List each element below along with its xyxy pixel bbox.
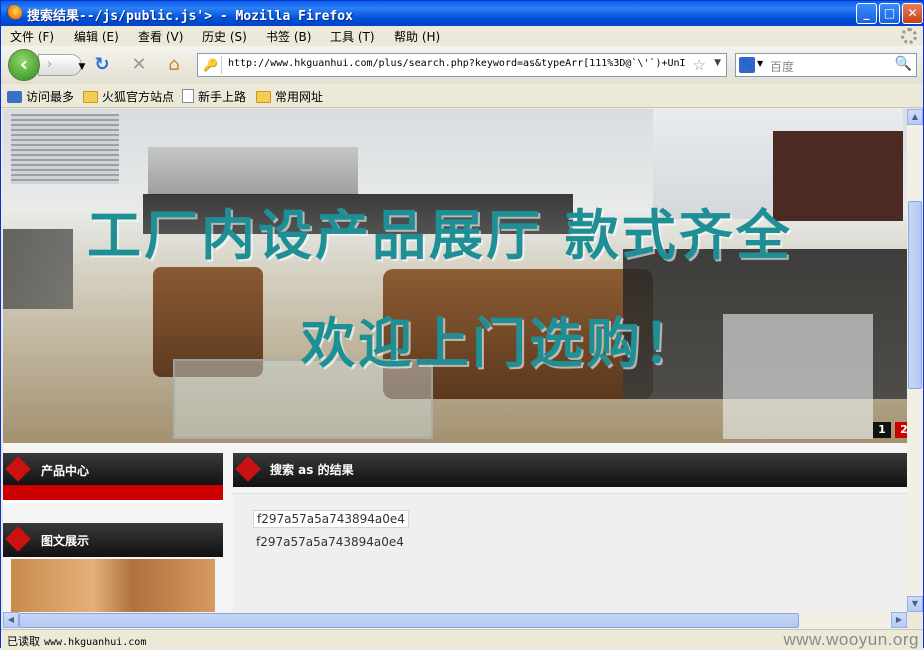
back-button[interactable]: ‹ — [8, 49, 40, 81]
firefox-logo-icon — [6, 5, 22, 21]
menu-view[interactable]: 查看 (V) — [138, 28, 183, 45]
url-dropdown-icon[interactable]: ▼ — [714, 58, 721, 68]
reload-button[interactable]: ↻ — [91, 54, 113, 76]
product-center-panel-header: 产品中心 — [3, 453, 223, 487]
search-results-header: 搜索 as 的结果 — [233, 453, 907, 487]
chairs-left-graphic — [3, 229, 73, 309]
banner-subheadline: 欢迎上门选购！ — [301, 312, 700, 375]
horizontal-scrollbar[interactable]: ◀ ▶ — [3, 612, 907, 629]
menu-help[interactable]: 帮助 (H) — [394, 28, 440, 45]
horizontal-scroll-thumb[interactable] — [19, 613, 799, 628]
maximize-button[interactable]: □ — [879, 3, 900, 24]
shelving-graphic — [148, 147, 358, 195]
search-magnifier-icon[interactable]: 🔍 — [895, 56, 912, 72]
history-dropdown-icon[interactable]: ▼ — [71, 56, 93, 78]
result-line: f297a57a5a743894a0e4 — [256, 535, 404, 549]
scroll-left-arrow-icon[interactable]: ◀ — [3, 612, 19, 628]
title-bar[interactable]: 搜索结果--/js/public.js'> - Mozilla Firefox … — [1, 1, 923, 26]
status-bar: 已读取 www.hkguanhui.com www.wooyun.org — [1, 629, 923, 649]
panel-diamond-icon — [5, 526, 31, 552]
slide-button-1[interactable]: 1 — [873, 422, 891, 438]
menu-tools[interactable]: 工具 (T) — [330, 28, 375, 45]
menu-file[interactable]: 文件 (F) — [10, 28, 54, 45]
product-center-title[interactable]: 产品中心 — [41, 462, 89, 479]
bookmark-star-icon[interactable]: ☆ — [693, 56, 706, 74]
status-url: www.hkguanhui.com — [44, 637, 147, 648]
page-icon — [182, 89, 194, 103]
search-results-body: f297a57a5a743894a0e4 f297a57a5a743894a0e… — [233, 493, 907, 612]
bookmark-getting-started[interactable]: 新手上路 — [182, 88, 246, 105]
folder-icon — [83, 91, 98, 103]
result-line: f297a57a5a743894a0e4 — [253, 510, 409, 528]
gallery-thumbnail[interactable] — [11, 559, 215, 612]
panel-diamond-icon — [5, 456, 31, 482]
stop-button[interactable]: ✕ — [128, 54, 150, 76]
menu-edit[interactable]: 编辑 (E) — [74, 28, 119, 45]
vertical-scroll-thumb[interactable] — [908, 201, 922, 389]
throbber-icon — [901, 28, 917, 44]
status-text: 已读取 www.hkguanhui.com — [7, 635, 147, 648]
gallery-title[interactable]: 图文展示 — [41, 532, 89, 549]
browser-window: 搜索结果--/js/public.js'> - Mozilla Firefox … — [0, 0, 924, 649]
scroll-right-arrow-icon[interactable]: ▶ — [891, 612, 907, 628]
navigation-toolbar: › ‹ ▼ ↻ ✕ ⌂ 🔑 http://www.hkguanhui.com/p… — [1, 46, 923, 84]
gallery-panel-header: 图文展示 — [3, 523, 223, 557]
showroom-banner: 工厂内设产品展厅 款式齐全 欢迎上门选购！ 1 2 — [3, 109, 907, 443]
menu-history[interactable]: 历史 (S) — [202, 28, 247, 45]
menu-bar: 文件 (F) 编辑 (E) 查看 (V) 历史 (S) 书签 (B) 工具 (T… — [1, 26, 923, 46]
search-results-title: 搜索 as 的结果 — [270, 463, 354, 477]
engine-dropdown-icon[interactable]: ▼ — [757, 59, 763, 68]
site-identity-icon[interactable]: 🔑 — [200, 56, 222, 74]
baidu-engine-icon[interactable]: 🐾 — [739, 57, 755, 73]
bookmark-common-urls[interactable]: 常用网址 — [256, 88, 323, 105]
banner-headline: 工厂内设产品展厅 款式齐全 — [87, 204, 793, 267]
bookmark-firefox-site[interactable]: 火狐官方站点 — [83, 88, 174, 105]
bookmark-most-visited[interactable]: 访问最多 — [7, 88, 74, 105]
most-visited-icon — [7, 91, 22, 103]
page-content: 工厂内设产品展厅 款式齐全 欢迎上门选购！ 1 2 产品中心 图文展示 搜索 a… — [3, 109, 907, 612]
bookmarks-toolbar: 访问最多 火狐官方站点 新手上路 常用网址 — [1, 84, 923, 108]
product-center-body — [3, 485, 223, 503]
url-text[interactable]: http://www.hkguanhui.com/plus/search.php… — [228, 58, 686, 69]
wrapped-chair-graphic — [723, 314, 873, 439]
window-blinds-graphic — [11, 114, 119, 184]
folder-icon — [256, 91, 271, 103]
search-input[interactable]: 百度 — [770, 58, 794, 75]
slide-button-2[interactable]: 2 — [895, 422, 907, 438]
vertical-scrollbar[interactable]: ▲ ▼ — [907, 109, 923, 612]
minimize-button[interactable]: _ — [856, 3, 877, 24]
menu-bookmarks[interactable]: 书签 (B) — [266, 28, 311, 45]
scroll-down-arrow-icon[interactable]: ▼ — [907, 596, 923, 612]
window-title: 搜索结果--/js/public.js'> - Mozilla Firefox — [27, 9, 353, 24]
scroll-up-arrow-icon[interactable]: ▲ — [907, 109, 923, 125]
home-button[interactable]: ⌂ — [163, 54, 185, 76]
panel-diamond-icon — [235, 456, 261, 482]
search-box[interactable]: 🐾 ▼ 百度 🔍 — [735, 53, 917, 77]
close-button[interactable]: ✕ — [902, 3, 923, 24]
address-bar[interactable]: 🔑 http://www.hkguanhui.com/plus/search.p… — [197, 53, 727, 77]
watermark: www.wooyun.org — [783, 630, 919, 649]
